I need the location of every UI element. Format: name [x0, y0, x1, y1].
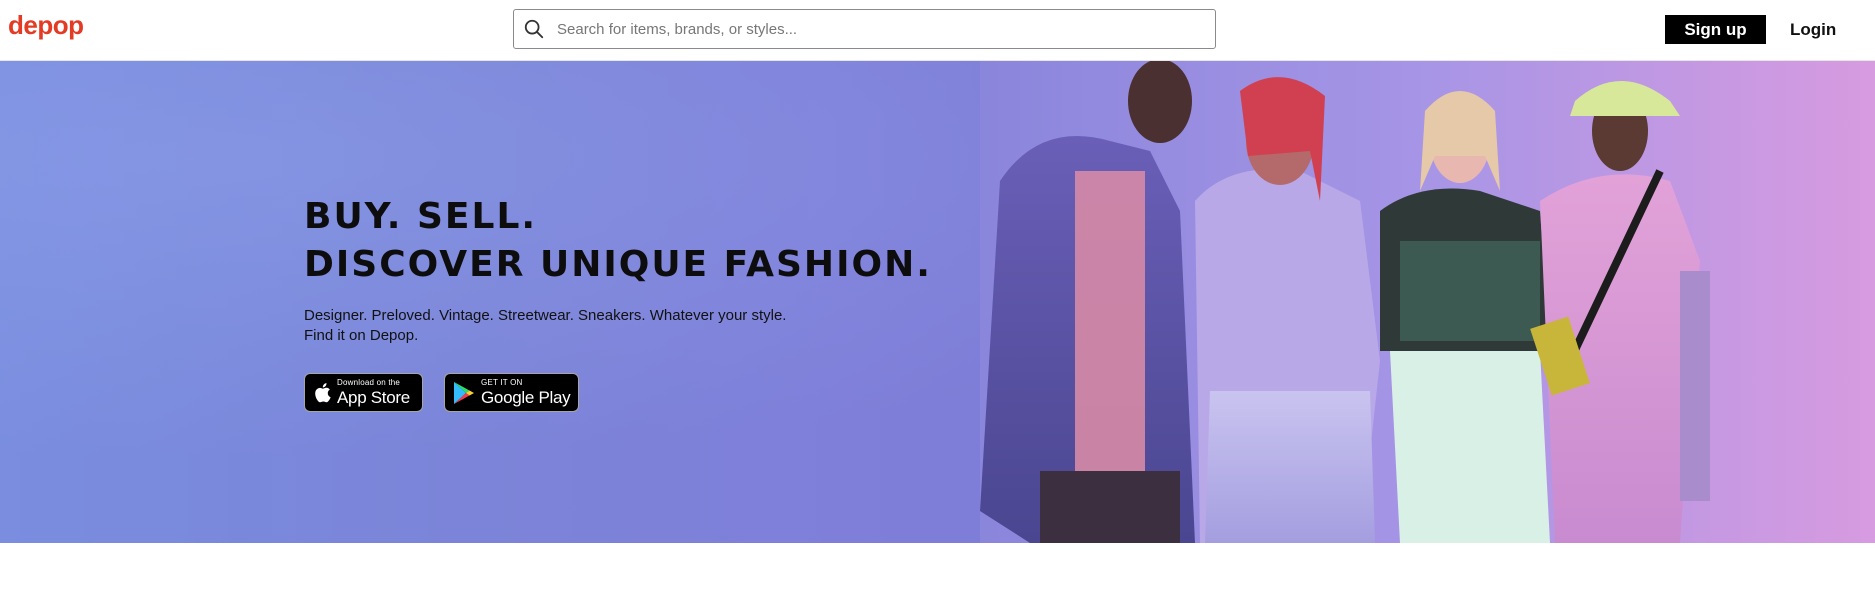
- search-bar[interactable]: [513, 9, 1216, 49]
- google-play-icon: [453, 381, 475, 405]
- app-store-big-label: App Store: [337, 388, 410, 407]
- depop-logo[interactable]: depop: [8, 10, 84, 41]
- app-store-small-label: Download on the: [337, 378, 401, 387]
- apple-icon: [313, 382, 331, 403]
- search-input[interactable]: [555, 19, 1179, 39]
- hero-banner: BUY. SELL. DISCOVER UNIQUE FASHION. Desi…: [0, 61, 1875, 543]
- hero-headline: BUY. SELL. DISCOVER UNIQUE FASHION.: [304, 193, 932, 289]
- app-store-button[interactable]: Download on the App Store: [304, 373, 423, 412]
- google-play-big-label: Google Play: [481, 388, 571, 407]
- login-link[interactable]: Login: [1790, 15, 1836, 44]
- headline-line-1: BUY. SELL.: [304, 196, 538, 237]
- google-play-small-label: GET IT ON: [481, 378, 523, 387]
- hero-subtitle: Designer. Preloved. Vintage. Streetwear.…: [304, 307, 787, 344]
- app-store-text: Download on the App Store: [337, 378, 410, 407]
- top-header: depop Sign up Login: [0, 0, 1875, 61]
- google-play-button[interactable]: GET IT ON Google Play: [444, 373, 579, 412]
- search-icon: [523, 18, 545, 40]
- signup-button[interactable]: Sign up: [1665, 15, 1766, 44]
- headline-line-2: DISCOVER UNIQUE FASHION.: [304, 244, 932, 285]
- hero-photo-models: [980, 61, 1875, 543]
- google-play-text: GET IT ON Google Play: [481, 378, 571, 407]
